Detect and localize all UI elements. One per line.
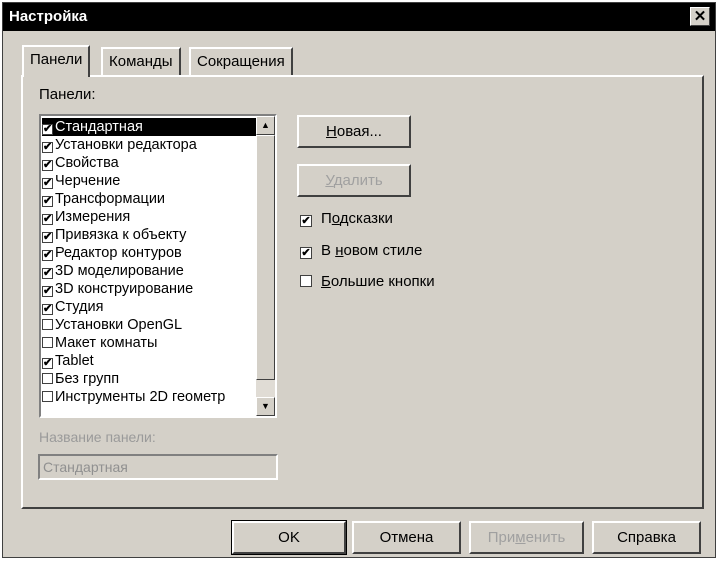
list-item-label: Черчение — [55, 173, 121, 189]
checked-box-icon[interactable]: ✔ — [42, 358, 53, 369]
title-bar[interactable]: Настройка ✕ — [3, 3, 715, 31]
scroll-up-icon[interactable]: ▲ — [256, 116, 275, 135]
checked-box-icon[interactable]: ✔ — [42, 214, 53, 225]
tooltips-mnemonic: о — [331, 210, 340, 227]
list-item-label: Стандартная — [55, 119, 143, 135]
close-icon[interactable]: ✕ — [690, 7, 710, 26]
list-item-label: Tablet — [55, 353, 94, 369]
checked-box-icon[interactable]: ✔ — [42, 268, 53, 279]
new-style-checkbox[interactable]: ✔ В новом стиле — [300, 242, 422, 259]
checked-box-icon[interactable]: ✔ — [42, 160, 53, 171]
new-style-check-icon[interactable]: ✔ — [300, 247, 312, 259]
list-item[interactable]: ✔ Черчение — [42, 172, 257, 190]
tab-shortcuts[interactable]: Сокращения — [189, 47, 293, 75]
list-item-label: Макет комнаты — [55, 335, 158, 351]
panels-listbox[interactable]: ✔ Стандартная ✔ Установки редактора ✔ Свойств… — [39, 114, 277, 418]
scroll-thumb[interactable] — [256, 135, 275, 380]
list-item-label: Инструменты 2D геометр — [55, 389, 226, 405]
list-item-label: Студия — [55, 299, 104, 315]
panels-label: Панели: — [39, 86, 96, 103]
list-item-label: Свойства — [55, 155, 119, 171]
list-item[interactable]: ✔ Измерения — [42, 208, 257, 226]
scroll-down-icon[interactable]: ▼ — [256, 397, 275, 416]
delete-button[interactable]: Удалить — [297, 164, 411, 197]
checked-box-icon[interactable]: ✔ — [42, 304, 53, 315]
big-buttons-check-icon[interactable] — [300, 275, 312, 287]
list-item[interactable]: ✔ 3D конструирование — [42, 280, 257, 298]
big-buttons-checkbox[interactable]: Большие кнопки — [300, 273, 435, 290]
list-item[interactable]: Макет комнаты — [42, 334, 257, 352]
tooltips-check-icon[interactable]: ✔ — [300, 215, 312, 227]
new-button-mnemonic: Н — [326, 123, 337, 140]
list-item[interactable]: Без групп — [42, 370, 257, 388]
list-item[interactable]: ✔ Tablet — [42, 352, 257, 370]
ok-button[interactable]: OK — [231, 520, 347, 555]
checked-box-icon[interactable]: ✔ — [42, 232, 53, 243]
window-title: Настройка — [9, 8, 88, 25]
list-item-label: Измерения — [55, 209, 131, 225]
unchecked-box-icon[interactable] — [42, 373, 53, 384]
list-item[interactable]: ✔ Свойства — [42, 154, 257, 172]
list-item-label: Без групп — [55, 371, 120, 387]
list-item[interactable]: ✔ Привязка к объекту — [42, 226, 257, 244]
list-item-label: Трансформации — [55, 191, 166, 207]
list-item-label: Установки OpenGL — [55, 317, 183, 333]
list-item-label: 3D моделирование — [55, 263, 184, 279]
tab-panels[interactable]: Панели — [22, 45, 91, 77]
checked-box-icon[interactable]: ✔ — [42, 250, 53, 261]
big-buttons-label: ольшие кнопки — [330, 273, 435, 290]
tooltips-label-a: П — [321, 210, 332, 227]
panel-name-label: Название панели: — [39, 429, 156, 445]
list-item-label: Редактор контуров — [55, 245, 182, 261]
apply-mnemonic: м — [515, 529, 526, 546]
unchecked-box-icon[interactable] — [42, 319, 53, 330]
tooltips-checkbox[interactable]: ✔ Подсказки — [300, 210, 393, 227]
list-item-label: Установки редактора — [55, 137, 197, 153]
list-item[interactable]: ✔ Стандартная — [42, 118, 257, 136]
help-button[interactable]: Справка — [592, 521, 701, 554]
list-item[interactable]: ✔ 3D моделирование — [42, 262, 257, 280]
checked-box-icon[interactable]: ✔ — [42, 142, 53, 153]
new-button[interactable]: Новая... — [297, 115, 411, 148]
big-buttons-mnemonic: Б — [321, 273, 331, 290]
list-item[interactable]: ✔ Трансформации — [42, 190, 257, 208]
checked-box-icon[interactable]: ✔ — [42, 178, 53, 189]
unchecked-box-icon[interactable] — [42, 337, 53, 348]
listbox-scrollbar[interactable]: ▲ ▼ — [256, 116, 275, 416]
new-style-label-c: овом стиле — [343, 242, 423, 259]
list-item-label: 3D конструирование — [55, 281, 194, 297]
unchecked-box-icon[interactable] — [42, 391, 53, 402]
list-item[interactable]: ✔ Редактор контуров — [42, 244, 257, 262]
apply-label-a: При — [487, 529, 516, 546]
tab-commands[interactable]: Команды — [101, 47, 181, 75]
list-item[interactable]: ✔ Студия — [42, 298, 257, 316]
cancel-button[interactable]: Отмена — [352, 521, 461, 554]
panel-name-field[interactable]: Стандартная — [38, 454, 278, 480]
checked-box-icon[interactable]: ✔ — [42, 124, 53, 135]
checked-box-icon[interactable]: ✔ — [42, 286, 53, 297]
tooltips-label-c: дсказки — [339, 210, 393, 227]
list-item[interactable]: Инструменты 2D геометр — [42, 388, 257, 406]
list-item[interactable]: Установки OpenGL — [42, 316, 257, 334]
list-item[interactable]: ✔ Установки редактора — [42, 136, 257, 154]
apply-label-c: енить — [525, 529, 566, 546]
new-button-label: овая... — [336, 123, 382, 140]
checked-box-icon[interactable]: ✔ — [42, 196, 53, 207]
delete-button-label: далить — [333, 172, 383, 189]
delete-button-mnemonic: У — [325, 172, 334, 189]
list-item-label: Привязка к объекту — [55, 227, 187, 243]
apply-button[interactable]: Применить — [469, 521, 584, 554]
new-style-label-a: В — [321, 242, 336, 259]
